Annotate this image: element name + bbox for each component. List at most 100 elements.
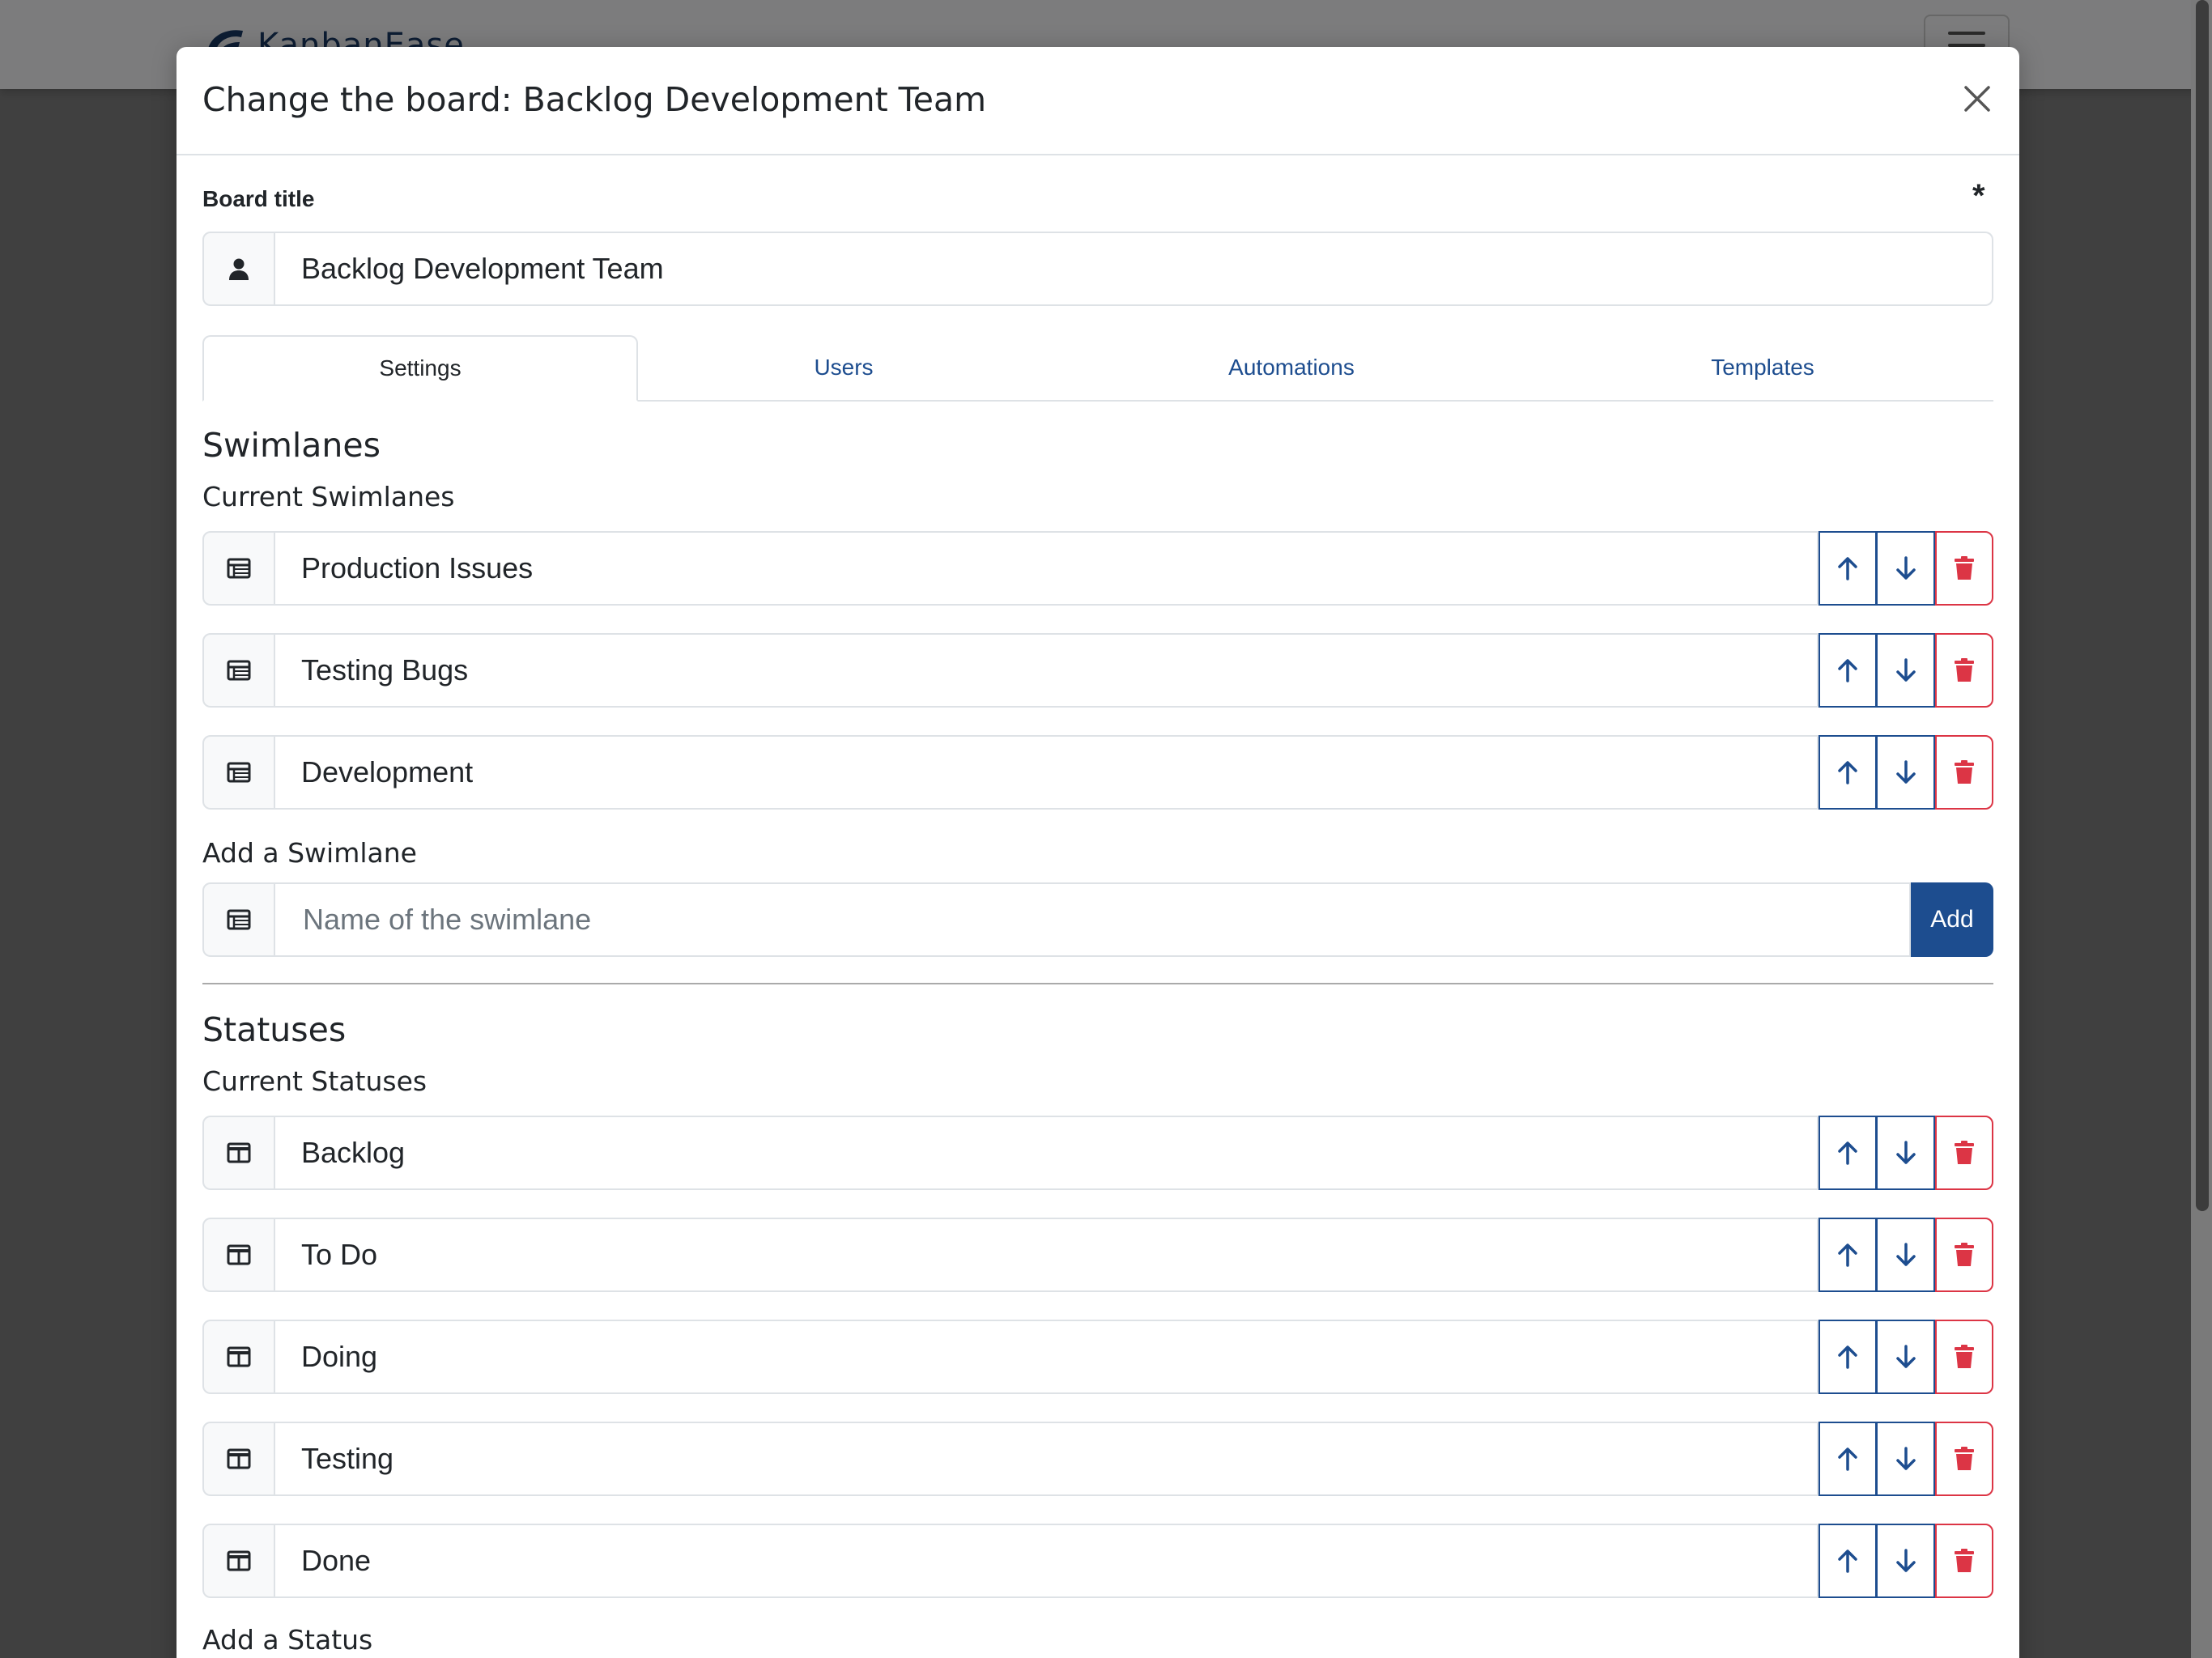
- board-title-group: Backlog Development Team: [202, 232, 1993, 306]
- arrow-down-icon: [1895, 1345, 1916, 1368]
- swimlane-name-field[interactable]: Production Issues: [275, 531, 1819, 606]
- tab-templates-label: Templates: [1711, 355, 1814, 380]
- tab-automations-label: Automations: [1228, 355, 1355, 380]
- swimlane-row: Production Issues: [202, 531, 1993, 606]
- columns-icon: [227, 1448, 251, 1469]
- delete-button[interactable]: [1935, 1218, 1993, 1292]
- tab-settings[interactable]: Settings: [202, 335, 638, 402]
- arrow-down-icon: [1895, 1549, 1916, 1572]
- modal-title: Change the board: Backlog Development Te…: [202, 80, 987, 119]
- move-up-button[interactable]: [1819, 1116, 1877, 1190]
- delete-button[interactable]: [1935, 1422, 1993, 1496]
- status-row: Backlog: [202, 1116, 1993, 1190]
- status-row: To Do: [202, 1218, 1993, 1292]
- swimlane-addon: [202, 633, 275, 708]
- arrow-up-icon: [1838, 1346, 1857, 1369]
- board-title-input[interactable]: Backlog Development Team: [275, 232, 1993, 306]
- status-addon: [202, 1116, 275, 1190]
- move-up-button[interactable]: [1819, 633, 1877, 708]
- status-name-field[interactable]: To Do: [275, 1218, 1819, 1292]
- change-board-modal: Change the board: Backlog Development Te…: [177, 47, 2019, 1658]
- arrow-down-icon: [1895, 556, 1916, 580]
- move-down-button[interactable]: [1877, 735, 1935, 810]
- move-down-button[interactable]: [1877, 1422, 1935, 1496]
- move-up-button[interactable]: [1819, 531, 1877, 606]
- swimlane-row: Development: [202, 735, 1993, 810]
- arrow-down-icon: [1895, 1447, 1916, 1470]
- delete-button[interactable]: [1935, 1116, 1993, 1190]
- status-name-field[interactable]: Backlog: [275, 1116, 1819, 1190]
- status-row: Testing: [202, 1422, 1993, 1496]
- arrow-down-icon: [1895, 658, 1916, 682]
- delete-button[interactable]: [1935, 735, 1993, 810]
- arrow-up-icon: [1838, 1244, 1857, 1267]
- swimlane-name-field[interactable]: Development: [275, 735, 1819, 810]
- status-name: Done: [301, 1544, 372, 1577]
- move-down-button[interactable]: [1877, 531, 1935, 606]
- trash-icon: [1955, 1549, 1974, 1572]
- status-addon: [202, 1524, 275, 1598]
- current-statuses-heading: Current Statuses: [202, 1065, 428, 1097]
- scrollbar-thumb[interactable]: [2196, 0, 2209, 1211]
- tab-templates[interactable]: Templates: [1534, 335, 1992, 400]
- move-down-button[interactable]: [1877, 633, 1935, 708]
- modal-header: Change the board: Backlog Development Te…: [177, 47, 2019, 155]
- person-icon: [229, 258, 249, 280]
- add-swimlane-addon: [202, 882, 275, 957]
- move-up-button[interactable]: [1819, 1524, 1877, 1598]
- page-scrollbar[interactable]: [2191, 0, 2212, 1658]
- status-row: Done: [202, 1524, 1993, 1598]
- status-name-field[interactable]: Done: [275, 1524, 1819, 1598]
- current-swimlanes-heading: Current Swimlanes: [202, 481, 455, 512]
- add-swimlane-heading: Add a Swimlane: [202, 837, 417, 869]
- move-down-button[interactable]: [1877, 1320, 1935, 1394]
- status-name-field[interactable]: Testing: [275, 1422, 1819, 1496]
- table-list-icon: [227, 762, 251, 783]
- arrow-down-icon: [1895, 1243, 1916, 1266]
- swimlane-name-field[interactable]: Testing Bugs: [275, 633, 1819, 708]
- move-down-button[interactable]: [1877, 1218, 1935, 1292]
- arrow-up-icon: [1838, 761, 1857, 784]
- swimlane-addon: [202, 531, 275, 606]
- status-addon: [202, 1218, 275, 1292]
- swimlane-name: Development: [301, 755, 474, 789]
- trash-icon: [1955, 1447, 1974, 1470]
- delete-button[interactable]: [1935, 633, 1993, 708]
- status-name-field[interactable]: Doing: [275, 1320, 1819, 1394]
- trash-icon: [1955, 1345, 1974, 1368]
- arrow-down-icon: [1895, 760, 1916, 784]
- arrow-down-icon: [1895, 1141, 1916, 1164]
- tab-users[interactable]: Users: [638, 335, 1049, 400]
- table-list-icon: [227, 660, 251, 681]
- move-up-button[interactable]: [1819, 1218, 1877, 1292]
- tab-users-label: Users: [814, 355, 874, 380]
- add-swimlane-input[interactable]: [301, 902, 1883, 937]
- trash-icon: [1955, 556, 1974, 580]
- delete-button[interactable]: [1935, 1320, 1993, 1394]
- move-down-button[interactable]: [1877, 1524, 1935, 1598]
- delete-button[interactable]: [1935, 531, 1993, 606]
- move-up-button[interactable]: [1819, 1320, 1877, 1394]
- trash-icon: [1955, 760, 1974, 784]
- move-up-button[interactable]: [1819, 735, 1877, 810]
- add-swimlane-group: Add: [202, 882, 1993, 957]
- board-tabs: Settings Users Automations Templates: [202, 335, 1993, 402]
- tab-automations[interactable]: Automations: [1049, 335, 1534, 400]
- close-icon: [1964, 86, 1990, 112]
- add-swimlane-button[interactable]: Add: [1911, 882, 1993, 957]
- move-up-button[interactable]: [1819, 1422, 1877, 1496]
- arrow-up-icon: [1838, 1448, 1857, 1471]
- board-title-label: Board title: [202, 186, 315, 211]
- status-name: Testing: [301, 1442, 394, 1475]
- add-status-heading: Add a Status: [202, 1624, 373, 1656]
- move-down-button[interactable]: [1877, 1116, 1935, 1190]
- close-button[interactable]: [1958, 79, 1997, 118]
- table-list-icon: [227, 558, 251, 579]
- swimlane-addon: [202, 735, 275, 810]
- add-swimlane-input-wrap: [275, 882, 1911, 957]
- columns-icon: [227, 1142, 251, 1163]
- delete-button[interactable]: [1935, 1524, 1993, 1598]
- status-name: Backlog: [301, 1136, 406, 1169]
- arrow-up-icon: [1838, 557, 1857, 580]
- arrow-up-icon: [1838, 1550, 1857, 1573]
